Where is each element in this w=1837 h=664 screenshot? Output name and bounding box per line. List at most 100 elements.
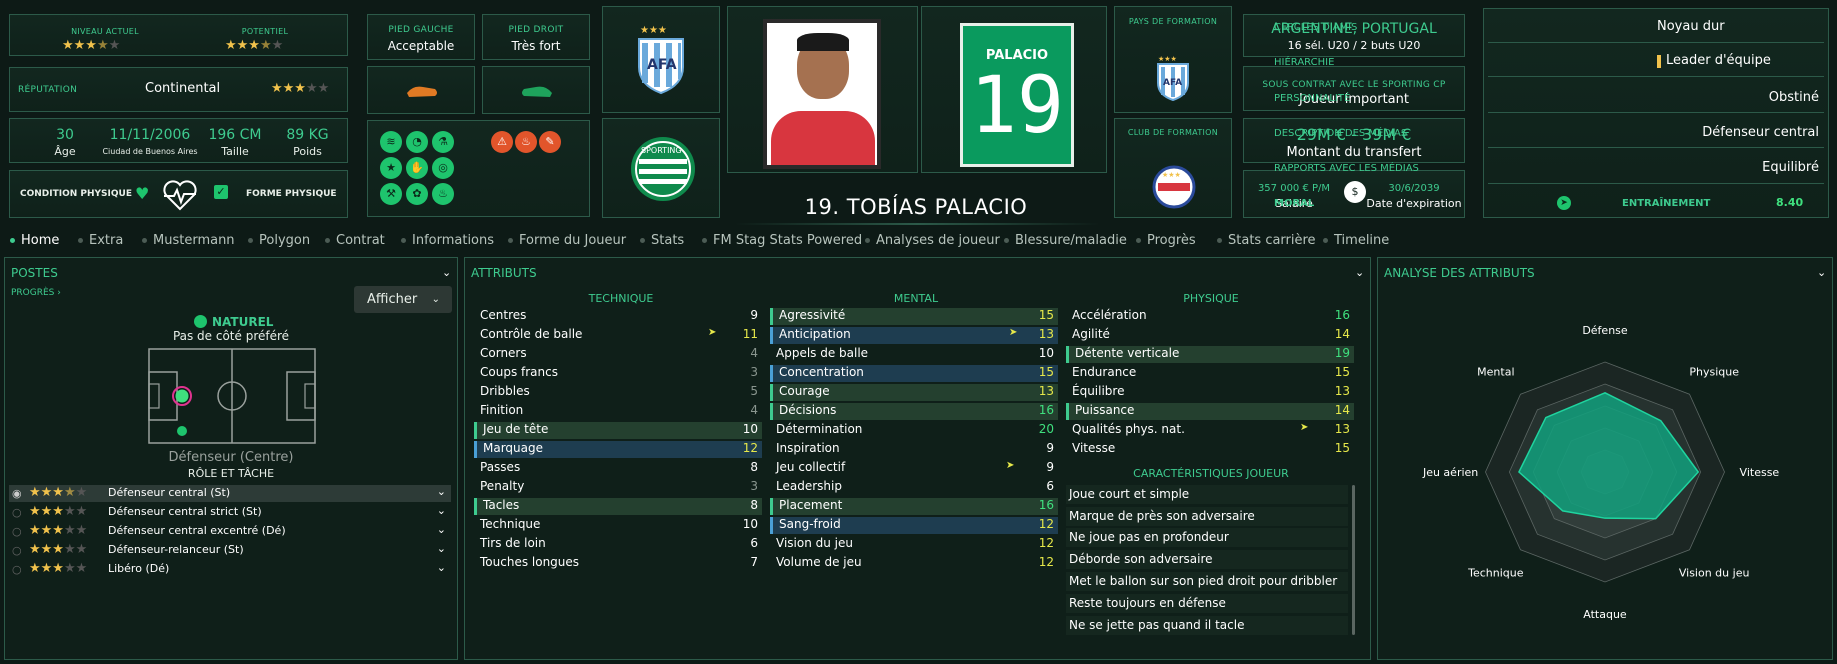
trait-item: Déborde son adversaire <box>1066 550 1348 569</box>
attr-row[interactable]: Coups francs 3 <box>474 365 762 382</box>
role-row[interactable]: ○ ★★★★★ Défenseur central excentré (Dé) ⌄ <box>9 523 451 540</box>
attr-row[interactable]: Inspiration 9 <box>770 441 1058 458</box>
role-chevron-icon[interactable]: ⌄ <box>437 523 446 536</box>
attr-row[interactable]: Puissance 14 <box>1066 403 1354 420</box>
attributes-chevron-icon[interactable]: ⌄ <box>1355 266 1364 279</box>
attr-row[interactable]: Équilibre 13 <box>1066 384 1354 401</box>
skill-icon-6[interactable]: ◎ <box>432 157 454 179</box>
positions-chevron-icon[interactable]: ⌄ <box>442 266 451 279</box>
tab-extra[interactable]: Extra <box>78 233 123 248</box>
analysis-chevron-icon[interactable]: ⌄ <box>1817 266 1826 279</box>
role-row[interactable]: ○ ★★★★★ Défenseur-relanceur (St) ⌄ <box>9 542 451 559</box>
attr-row[interactable]: Touches longues 7 <box>474 555 762 572</box>
skill-icon-3[interactable]: ⚗ <box>432 131 454 153</box>
tab-home[interactable]: Home <box>10 233 59 248</box>
attr-row[interactable]: Anticipation ➤ 13 <box>770 327 1058 344</box>
role-row[interactable]: ○ ★★★★★ Défenseur central strict (St) ⌄ <box>9 504 451 521</box>
friends-circle-value: Noyau dur <box>1657 19 1725 34</box>
attr-row[interactable]: Placement 16 <box>770 498 1058 515</box>
tab-forme-du-joueur[interactable]: Forme du Joueur <box>508 233 626 248</box>
skill-icon-9[interactable]: ♨ <box>432 183 454 205</box>
morale-label: MORAL <box>1274 198 1315 209</box>
attr-row[interactable]: Technique 10 <box>474 517 762 534</box>
tab-fm-stag-stats[interactable]: FM Stag Stats Powered <box>702 233 862 248</box>
tab-analyses-de-joueur[interactable]: Analyses de joueur <box>865 233 1000 248</box>
tab-progres[interactable]: Progrès <box>1136 233 1196 248</box>
tab-timeline[interactable]: Timeline <box>1323 233 1389 248</box>
attr-row[interactable]: Vitesse 15 <box>1066 441 1354 458</box>
svg-text:AFA: AFA <box>1163 78 1182 88</box>
attr-row[interactable]: Concentration 15 <box>770 365 1058 382</box>
media-handling-value: Equilibré <box>1762 160 1819 175</box>
progress-link[interactable]: PROGRÈS › <box>11 288 61 298</box>
attr-row[interactable]: Détente verticale 19 <box>1066 346 1354 363</box>
skill-icon-4[interactable]: ★ <box>380 157 402 179</box>
morale-icon: ➤ <box>1557 196 1571 210</box>
role-chevron-icon[interactable]: ⌄ <box>437 542 446 555</box>
tab-contrat[interactable]: Contrat <box>325 233 385 248</box>
attr-row[interactable]: Passes 8 <box>474 460 762 477</box>
skill-icon-5[interactable]: ✋ <box>406 157 428 179</box>
attr-row[interactable]: Centres 9 <box>474 308 762 325</box>
condition-box: CONDITION PHYSIQUE ♥ ✓ FORME PHYSIQUE <box>9 170 348 218</box>
tab-informations[interactable]: Informations <box>401 233 494 248</box>
skill-icon-2[interactable]: ◔ <box>406 131 428 153</box>
left-foot-box: PIED GAUCHE Acceptable <box>367 14 475 60</box>
tab-stats[interactable]: Stats <box>640 233 684 248</box>
attr-row[interactable]: Agressivité 15 <box>770 308 1058 325</box>
attr-row[interactable]: Vision du jeu 12 <box>770 536 1058 553</box>
attr-row[interactable]: Sang-froid 12 <box>770 517 1058 534</box>
potential-ability-label: POTENTIEL <box>241 27 289 36</box>
role-chevron-icon[interactable]: ⌄ <box>437 504 446 517</box>
left-foot-label: PIED GAUCHE <box>388 25 454 35</box>
skill-icon-7[interactable]: ⚒ <box>380 183 402 205</box>
tab-stats-carriere[interactable]: Stats carrière <box>1217 233 1316 248</box>
attr-row[interactable]: Corners 4 <box>474 346 762 363</box>
role-chevron-icon[interactable]: ⌄ <box>437 485 446 498</box>
skill-icon-1[interactable]: ≋ <box>380 131 402 153</box>
attr-row[interactable]: Jeu collectif ➤ 9 <box>770 460 1058 477</box>
tab-polygon[interactable]: Polygon <box>248 233 310 248</box>
attr-row[interactable]: Tirs de loin 6 <box>474 536 762 553</box>
weakness-icon-3[interactable]: ✎ <box>539 131 561 153</box>
attr-row[interactable]: Accélération 16 <box>1066 308 1354 325</box>
tab-blessure-maladie[interactable]: Blessure/maladie <box>1004 233 1127 248</box>
role-row[interactable]: ○ ★★★★★ Libéro (Dé) ⌄ <box>9 561 451 578</box>
ability-box: NIVEAU ACTUEL ★★★★★ POTENTIEL ★★★★★ <box>9 14 348 56</box>
attr-row[interactable]: Marquage 12 <box>474 441 762 458</box>
national-crest-box: ★★★ AFA <box>602 6 720 113</box>
weakness-icon-2[interactable]: ♨ <box>515 131 537 153</box>
attr-row[interactable]: Contrôle de balle ➤ 11 <box>474 327 762 344</box>
attr-row[interactable]: Appels de balle 10 <box>770 346 1058 363</box>
attr-row[interactable]: Penalty 3 <box>474 479 762 496</box>
traits-scrollbar[interactable] <box>1352 485 1355 635</box>
trend-up-icon: ➤ <box>708 327 717 338</box>
tab-mustermann[interactable]: Mustermann <box>142 233 235 248</box>
attr-row[interactable]: Décisions 16 <box>770 403 1058 420</box>
attr-row[interactable]: Qualités phys. nat. ➤ 13 <box>1066 422 1354 439</box>
player-photo <box>763 19 881 169</box>
attr-row[interactable]: Volume de jeu 12 <box>770 555 1058 572</box>
role-row[interactable]: ◉ ★★★★★ Défenseur central (St) ⌄ <box>9 485 451 502</box>
attr-row[interactable]: Dribbles 5 <box>474 384 762 401</box>
attr-row[interactable]: Leadership 6 <box>770 479 1058 496</box>
attr-row[interactable]: Agilité 14 <box>1066 327 1354 344</box>
skill-icon-8[interactable]: ✿ <box>406 183 428 205</box>
attr-row[interactable]: Détermination 20 <box>770 422 1058 439</box>
attr-row[interactable]: Courage 13 <box>770 384 1058 401</box>
attr-row[interactable]: Tacles 8 <box>474 498 762 515</box>
attr-row[interactable]: Endurance 15 <box>1066 365 1354 382</box>
attr-row[interactable]: Finition 4 <box>474 403 762 420</box>
weakness-icon-1[interactable]: ⚠ <box>491 131 513 153</box>
reputation-stars: ★★★★★ <box>271 81 330 96</box>
show-button[interactable]: Afficher ⌄ <box>354 286 452 313</box>
svg-text:★★★: ★★★ <box>1162 171 1181 179</box>
nation-box: ARGENTINE, PORTUGAL 16 sél. U20 / 2 buts… <box>1243 14 1465 57</box>
weight-value: 89 KG <box>286 127 329 143</box>
left-boot-icon <box>407 86 437 97</box>
radar-axis-label: Attaque <box>1583 608 1627 621</box>
role-chevron-icon[interactable]: ⌄ <box>437 561 446 574</box>
attr-row[interactable]: Jeu de tête 10 <box>474 422 762 439</box>
trait-item: Ne joue pas en profondeur <box>1066 528 1348 547</box>
skill-icons: ≋ ◔ ⚗ ★ ✋ ◎ ⚒ ✿ ♨ <box>378 129 460 207</box>
